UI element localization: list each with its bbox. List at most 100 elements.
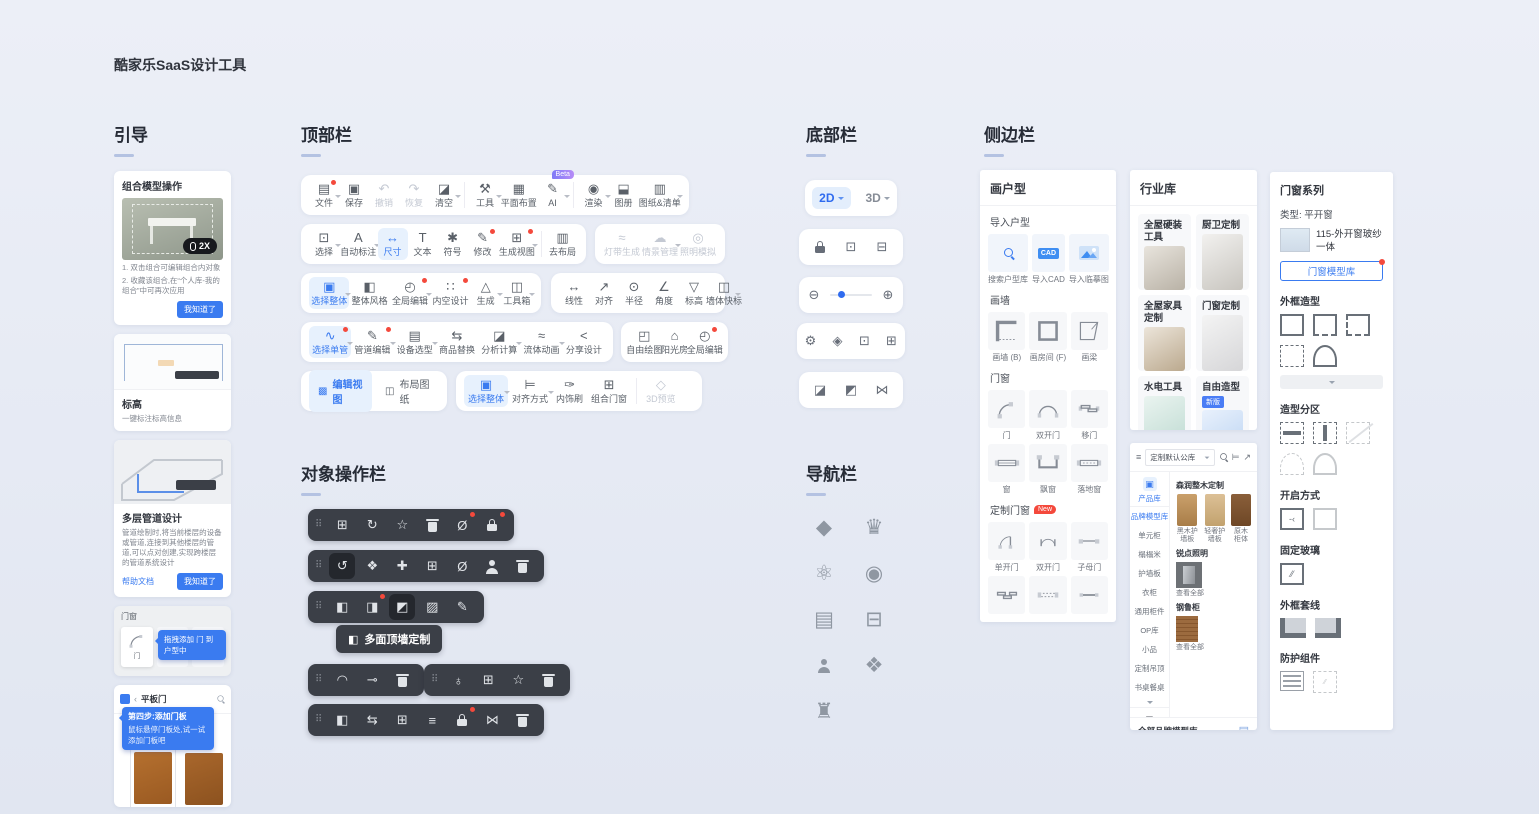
lock-button[interactable] [479,512,505,538]
sunroom-button[interactable]: ⌂阳光房 [660,326,690,358]
bucket-icon[interactable]: ♜ [810,698,838,724]
double-door-item[interactable]: 双开门 [1029,390,1066,440]
pages-button[interactable]: ≡ [419,707,445,733]
drag-handle-icon[interactable]: ⠿ [315,520,322,530]
save-button[interactable]: ▣保存 [339,179,369,211]
duplicate-button[interactable]: ⊞ [419,553,445,579]
interior-design-button[interactable]: ∷内空设计 [430,277,470,309]
analysis-button[interactable]: ◪分析计算 [478,326,520,358]
partition-horizontal[interactable] [1280,422,1304,444]
file-button[interactable]: ▤文件 [309,179,339,211]
elevation-dim-button[interactable]: ▽标高 [679,277,709,309]
panel-layout-button[interactable]: ◧ [329,707,355,733]
global-edit-button[interactable]: ◴全局编辑 [390,277,430,309]
tools-button[interactable]: ⚒工具 [470,179,500,211]
device-select-button[interactable]: ▤设备选型 [394,326,436,358]
all-brand-models-row[interactable]: 全部品牌模型库 ▤ [1130,717,1257,730]
opening-fixed[interactable] [1313,508,1337,530]
surface-edit-button[interactable]: ▨ [419,594,445,620]
brand-item[interactable]: 轻奢护墙板 [1204,494,1227,544]
frame-shape-arch[interactable] [1313,345,1337,367]
delete-button[interactable] [419,512,445,538]
dimension-button[interactable]: ↔尺寸 [378,228,408,260]
expand-icon[interactable]: ↗ [1243,452,1251,463]
frame-shape-corner[interactable] [1346,314,1370,336]
duplicate-button[interactable]: ⊞ [329,512,355,538]
kitchen-bath-card[interactable]: 厨卫定制 [1196,214,1249,290]
rail-item[interactable]: 护墙板 [1138,564,1161,583]
clear-button[interactable]: ◪清空 [429,179,459,211]
sliding-variant-item[interactable] [1071,576,1108,614]
move-rotate-button[interactable]: ↺ [329,553,355,579]
preview-3d-button[interactable]: ◇3D预览 [642,375,680,407]
align-mode-button[interactable]: ⊨对齐方式 [508,375,552,407]
favorite-button[interactable]: ☆ [505,667,531,693]
floorplan-button[interactable]: ▦平面布置 [500,179,538,211]
trim-left[interactable] [1280,618,1306,638]
brand-see-all[interactable]: 查看全部 [1176,616,1251,652]
duplicate-button[interactable]: ⊞ [475,667,501,693]
view-search-button[interactable]: ⊟ [874,239,890,255]
brand-see-all[interactable]: 查看全部 [1176,562,1251,598]
rail-item[interactable]: 单元柜 [1138,526,1161,545]
wall-edit-button[interactable]: ◨ [359,594,385,620]
undo-button[interactable]: ↶撤销 [369,179,399,211]
door-thumb[interactable]: 无拉手木门 [180,748,227,807]
window-item[interactable]: 窗 [988,444,1025,494]
structure-icon[interactable]: ⚛ [810,560,838,586]
draw-room-item[interactable]: 画房间 (F) [1029,312,1066,362]
align-dim-button[interactable]: ↗对齐 [589,277,619,309]
render-button[interactable]: ◉渲染 [579,179,609,211]
brand-item[interactable]: 黑木护墙板 [1176,494,1199,544]
sliding-variant-item[interactable] [988,576,1025,614]
got-it-button[interactable]: 我知道了 [177,301,223,318]
partition-arch-solid[interactable] [1313,453,1337,475]
furniture-custom-card[interactable]: 全屋家具定制 [1138,295,1191,371]
symbol-button[interactable]: ✱符号 [438,228,468,260]
duplicate-button[interactable]: ⊞ [389,707,415,733]
drag-handle-icon[interactable]: ⠿ [315,675,322,685]
angle-dim-button[interactable]: ∠角度 [649,277,679,309]
fit-view-button[interactable]: ⊡ [857,333,873,349]
move-button[interactable]: ✚ [389,553,415,579]
mother-son-door-item[interactable]: 子母门 [1071,522,1108,572]
scene-manage-button[interactable]: ☁情景管理 [641,228,679,260]
replace-pin-button[interactable]: ♁ [445,667,471,693]
more-shapes-dropdown[interactable] [1280,375,1383,389]
search-icon[interactable] [1219,448,1228,466]
select-whole-button-2[interactable]: ▣选择整体 [464,375,508,407]
favorite-button[interactable]: ☆ [389,512,415,538]
global-edit-button-2[interactable]: ◴全局编辑 [690,326,721,358]
lock-view-button[interactable] [812,239,828,255]
mirror-button[interactable]: ⋈ [479,707,505,733]
interior-brush-button[interactable]: ✑内饰刷 [552,375,587,407]
contrast-button[interactable]: ◩ [843,382,859,398]
rail-item[interactable]: 榻榻米 [1138,545,1161,564]
to-layout-button[interactable]: ▥去布局 [547,228,578,260]
door-item[interactable]: 门 [988,390,1025,440]
search-floorplan-lib[interactable]: 搜索户型库 [988,234,1028,284]
fixed-glass-tile[interactable]: ⁄⁄ [1280,563,1304,585]
rail-item[interactable]: OP库 [1140,621,1158,640]
walk-mode-button[interactable]: ⋈ [874,382,890,398]
frame-shape-dashed[interactable] [1280,345,1304,367]
trim-right[interactable] [1315,618,1341,638]
current-product[interactable]: 115-外开窗玻纱一体 [1280,228,1383,254]
floor-window-item[interactable]: 落地窗 [1071,444,1108,494]
idea-bulb-icon[interactable]: ◉ [860,560,888,586]
wallet-icon[interactable]: ⊟ [860,606,888,632]
fluid-anim-button[interactable]: ≈流体动画 [520,326,562,358]
partition-vertical[interactable] [1313,422,1337,444]
focus-button[interactable]: ⊡ [843,239,859,255]
select-pipe-button[interactable]: ∿选择单管 [309,326,351,358]
rail-item-components[interactable]: ⊡组件库 [1138,711,1161,717]
mode-2d-button[interactable]: 2D [812,187,850,209]
material-cube-button[interactable]: ❖ [359,553,385,579]
cabinet-icon[interactable]: ▤ [810,606,838,632]
window-model-lib-button[interactable]: 门窗模型库 [1280,261,1383,281]
filter-icon[interactable]: ⊨ [1232,452,1240,463]
ai-button[interactable]: Beta✎AI [538,179,568,211]
generate-view-button[interactable]: ⊞生成视图 [498,228,537,260]
multi-surface-button[interactable]: ◩ [389,594,415,620]
free-draw-button[interactable]: ◰自由绘图 [629,326,660,358]
